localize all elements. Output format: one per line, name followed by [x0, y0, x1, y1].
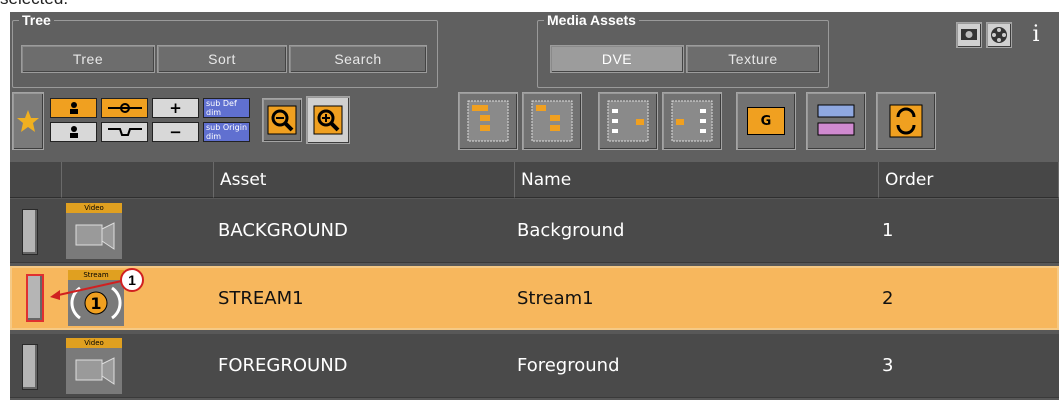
zoom-out-button[interactable] — [262, 98, 302, 142]
caption-text: selected. — [0, 0, 68, 9]
order-cell: 1 — [882, 220, 894, 241]
tab-dve[interactable]: DVE — [550, 45, 684, 73]
video-thumbnail: Video — [66, 338, 122, 394]
tab-texture[interactable]: Texture — [686, 45, 820, 73]
film-reel-icon[interactable] — [986, 22, 1012, 48]
table-row[interactable]: Video BACKGROUND Background 1 — [10, 199, 1059, 263]
plus-button[interactable]: + — [152, 98, 199, 118]
name-cell: Background — [517, 220, 625, 241]
media-assets-group: Media Assets DVE Texture — [537, 12, 829, 88]
properties-button[interactable] — [806, 92, 866, 150]
name-cell: Stream1 — [517, 287, 594, 309]
branch-expand-button[interactable] — [598, 92, 658, 150]
person-add-button[interactable] — [50, 98, 97, 118]
tab-sort[interactable]: Sort — [157, 45, 287, 73]
media-assets-title: Media Assets — [544, 12, 639, 28]
group-label: G — [747, 107, 785, 135]
tab-search[interactable]: Search — [289, 45, 427, 73]
thumb-label: Video — [66, 338, 122, 348]
sub-def-button[interactable]: sub Def dim — [203, 98, 250, 118]
branch-collapse-button[interactable] — [662, 92, 722, 150]
asset-cell: STREAM1 — [218, 287, 304, 309]
col-header-order[interactable]: Order — [879, 162, 1059, 198]
link-button[interactable] — [101, 98, 148, 118]
refresh-button[interactable] — [876, 92, 936, 150]
video-thumbnail: Video — [66, 203, 122, 259]
tab-tree[interactable]: Tree — [21, 45, 155, 73]
asset-table: Asset Name Order Video BACKGROUND Backgr… — [10, 162, 1059, 400]
order-cell: 2 — [882, 287, 894, 309]
tree-group-title: Tree — [19, 12, 54, 28]
name-cell: Foreground — [517, 355, 620, 376]
sub-origin-button[interactable]: sub Origin dim — [203, 122, 250, 142]
row-toggle[interactable] — [22, 344, 38, 390]
order-cell: 3 — [882, 355, 894, 376]
col-header-thumb[interactable] — [62, 162, 214, 198]
monitor-icon[interactable] — [956, 22, 982, 48]
callout-number: 1 — [120, 268, 144, 292]
person-remove-button[interactable] — [50, 122, 97, 142]
asset-cell: BACKGROUND — [218, 220, 348, 241]
editor-panel: Tree Tree Sort Search Media Assets DVE T… — [10, 12, 1059, 400]
minus-button[interactable]: − — [152, 122, 199, 142]
col-header-asset[interactable]: Asset — [214, 162, 515, 198]
col-header-name[interactable]: Name — [515, 162, 879, 198]
tree-group: Tree Tree Sort Search — [12, 12, 438, 88]
tree-layout-1-button[interactable] — [458, 92, 518, 150]
asset-cell: FOREGROUND — [218, 355, 348, 376]
favorite-star-button[interactable] — [12, 92, 44, 150]
info-icon[interactable]: i — [1022, 22, 1050, 50]
group-button[interactable]: G — [736, 92, 796, 150]
tree-layout-2-button[interactable] — [522, 92, 582, 150]
col-header-toggle[interactable] — [10, 162, 62, 198]
table-row-selected[interactable]: Stream 1 STREAM1 Stream1 2 — [10, 266, 1059, 330]
table-row[interactable]: Video FOREGROUND Foreground 3 — [10, 334, 1059, 398]
row-toggle[interactable] — [22, 209, 38, 255]
sub-origin-label: sub Origin dim — [206, 123, 248, 141]
unlink-button[interactable] — [101, 122, 148, 142]
sub-def-label: sub Def dim — [206, 99, 237, 117]
thumb-label: Video — [66, 203, 122, 213]
zoom-in-button[interactable] — [306, 96, 350, 144]
